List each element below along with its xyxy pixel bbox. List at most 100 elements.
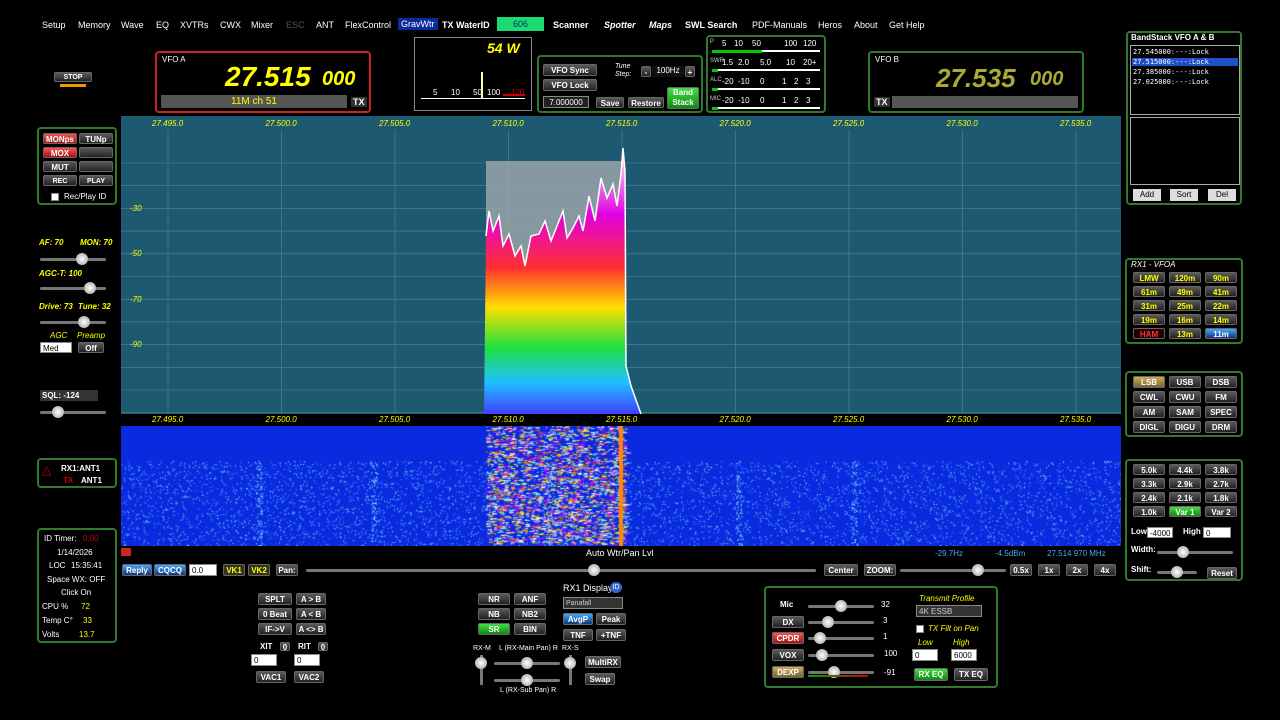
bandstack-del-button[interactable]: Del <box>1208 189 1236 201</box>
mode-button-sam[interactable]: SAM <box>1169 406 1201 418</box>
mode-button-lsb[interactable]: LSB <box>1133 376 1165 388</box>
filter-button-5-0k[interactable]: 5.0k <box>1133 464 1165 475</box>
filter-button-2-7k[interactable]: 2.7k <box>1205 478 1237 489</box>
mode-button-drm[interactable]: DRM <box>1205 421 1237 433</box>
rx-sub-volume-slider[interactable] <box>564 655 576 685</box>
menu-setup[interactable]: Setup <box>42 20 66 30</box>
vfo-a-freq-mhz[interactable]: 27.515 <box>225 61 311 93</box>
dexp-button[interactable]: DEXP <box>772 666 804 678</box>
rec-play-id-checkbox[interactable] <box>51 193 59 201</box>
band-button-120m[interactable]: 120m <box>1169 272 1201 283</box>
bandstack-entry[interactable]: 27.025000:---:Lock <box>1133 78 1209 86</box>
sql-slider[interactable] <box>40 406 106 418</box>
vfo-b-freq-mhz[interactable]: 27.535 <box>936 63 1016 94</box>
zero-beat-button[interactable]: 0 Beat <box>258 608 292 620</box>
filter-button-1-0k[interactable]: 1.0k <box>1133 506 1165 517</box>
vk2-button[interactable]: VK2 <box>248 564 270 576</box>
rx-main-volume-slider[interactable] <box>475 655 487 685</box>
tnf-button[interactable]: TNF <box>563 629 593 641</box>
agc-select[interactable]: Med <box>40 342 72 353</box>
menu-spotter[interactable]: Spotter <box>604 20 636 30</box>
menu-wave[interactable]: Wave <box>121 20 144 30</box>
tun-button[interactable]: TUNp <box>79 133 113 144</box>
tune-step-up[interactable]: + <box>685 66 695 77</box>
rit-value-input[interactable]: 0 <box>294 654 320 666</box>
filter-button-3-8k[interactable]: 3.8k <box>1205 464 1237 475</box>
mic-slider[interactable] <box>808 600 874 612</box>
cpdr-slider[interactable] <box>808 632 874 644</box>
band-button-11m[interactable]: 11m <box>1205 328 1237 339</box>
agc-t-slider[interactable] <box>40 282 106 294</box>
bandstack-add-button[interactable]: Add <box>1133 189 1161 201</box>
menu-cwx[interactable]: CWX <box>220 20 241 30</box>
mode-button-digl[interactable]: DIGL <box>1133 421 1165 433</box>
menu-heros[interactable]: Heros <box>818 20 842 30</box>
rx-eq-button[interactable]: RX EQ <box>914 668 948 681</box>
rx1-ant-label[interactable]: RX1:ANT1 <box>61 464 100 473</box>
peak-button[interactable]: Peak <box>596 613 626 625</box>
menu-tx-waterid[interactable]: TX WaterID <box>442 20 490 30</box>
a-to-b-button[interactable]: A > B <box>296 593 326 605</box>
transmit-profile-select[interactable]: 4K ESSB <box>916 605 982 617</box>
mode-button-cwu[interactable]: CWU <box>1169 391 1201 403</box>
vac2-button[interactable]: VAC2 <box>294 671 324 683</box>
mode-button-spec[interactable]: SPEC <box>1205 406 1237 418</box>
filter-reset-button[interactable]: Reset <box>1207 567 1237 579</box>
vfo-a-freq-khz[interactable]: 000 <box>322 68 355 91</box>
drive-slider[interactable] <box>40 316 106 328</box>
zoom-slider[interactable] <box>900 564 1006 576</box>
reply-button[interactable]: Reply <box>122 564 152 576</box>
nb2-button[interactable]: NB2 <box>514 608 546 620</box>
band-button-90m[interactable]: 90m <box>1205 272 1237 283</box>
bandstack-entry[interactable]: 27.545000:---:Lock <box>1133 48 1209 56</box>
display-mode-select[interactable]: Panafall <box>563 597 623 609</box>
multirx-button[interactable]: MultiRX <box>585 656 621 668</box>
vfo-lock-button[interactable]: VFO Lock <box>543 79 597 91</box>
blank-button[interactable] <box>79 161 113 172</box>
band-button-61m[interactable]: 61m <box>1133 286 1165 297</box>
menu-xvtrs[interactable]: XVTRs <box>180 20 209 30</box>
cpdr-button[interactable]: CPDR <box>772 632 804 644</box>
filter-button-2-4k[interactable]: 2.4k <box>1133 492 1165 503</box>
space-wx-status[interactable]: Space WX: OFF <box>47 575 105 584</box>
tune-step-down[interactable]: - <box>641 66 651 77</box>
xit-value-input[interactable]: 0 <box>251 654 277 666</box>
tx-ant-label[interactable]: ANT1 <box>81 476 102 485</box>
panadapter-display[interactable]: 27.495.0 27.500.0 27.505.0 27.510.0 27.515.0… <box>121 116 1121 414</box>
menu-esc[interactable]: ESC <box>286 20 305 30</box>
shift-slider[interactable] <box>1157 566 1197 578</box>
waterfall-display[interactable] <box>121 426 1121 546</box>
info-icon[interactable]: ID <box>610 582 622 593</box>
rx-main-pan-slider[interactable] <box>494 657 560 669</box>
band-button-25m[interactable]: 25m <box>1169 300 1201 311</box>
sr-button[interactable]: SR <box>478 623 510 635</box>
zoom-0-5x-button[interactable]: 0.5x <box>1010 564 1032 576</box>
band-button-22m[interactable]: 22m <box>1205 300 1237 311</box>
menu-pdf-manuals[interactable]: PDF-Manuals <box>752 20 807 30</box>
mode-button-fm[interactable]: FM <box>1205 391 1237 403</box>
vfo-b-freq-khz[interactable]: 000 <box>1030 68 1063 91</box>
band-button-14m[interactable]: 14m <box>1205 314 1237 325</box>
zoom-1x-button[interactable]: 1x <box>1038 564 1060 576</box>
band-button-ham[interactable]: HAM <box>1133 328 1165 339</box>
mode-button-digu[interactable]: DIGU <box>1169 421 1201 433</box>
menu-mixer[interactable]: Mixer <box>251 20 273 30</box>
plus-tnf-button[interactable]: +TNF <box>596 629 626 641</box>
bandstack-entry-selected[interactable]: 27.515000:---:Lock <box>1132 58 1238 66</box>
center-button[interactable]: Center <box>824 564 858 576</box>
record-icon[interactable] <box>121 548 131 556</box>
band-button-13m[interactable]: 13m <box>1169 328 1201 339</box>
vk1-button[interactable]: VK1 <box>223 564 245 576</box>
cqcq-button[interactable]: CQCQ <box>154 564 186 576</box>
band-stack-button[interactable]: Band Stack <box>667 87 699 109</box>
menu-gravwtr[interactable]: GravWtr <box>398 18 438 30</box>
menu-scanner[interactable]: Scanner <box>553 20 589 30</box>
xit-toggle[interactable]: 0 <box>280 642 290 652</box>
mode-button-am[interactable]: AM <box>1133 406 1165 418</box>
pan-slider[interactable] <box>306 564 816 576</box>
filter-low-input[interactable]: -4000 <box>1147 527 1173 538</box>
nb-button[interactable]: NB <box>478 608 510 620</box>
zoom-4x-button[interactable]: 4x <box>1094 564 1116 576</box>
menu-maps[interactable]: Maps <box>649 20 672 30</box>
stop-button[interactable]: STOP <box>54 72 92 82</box>
